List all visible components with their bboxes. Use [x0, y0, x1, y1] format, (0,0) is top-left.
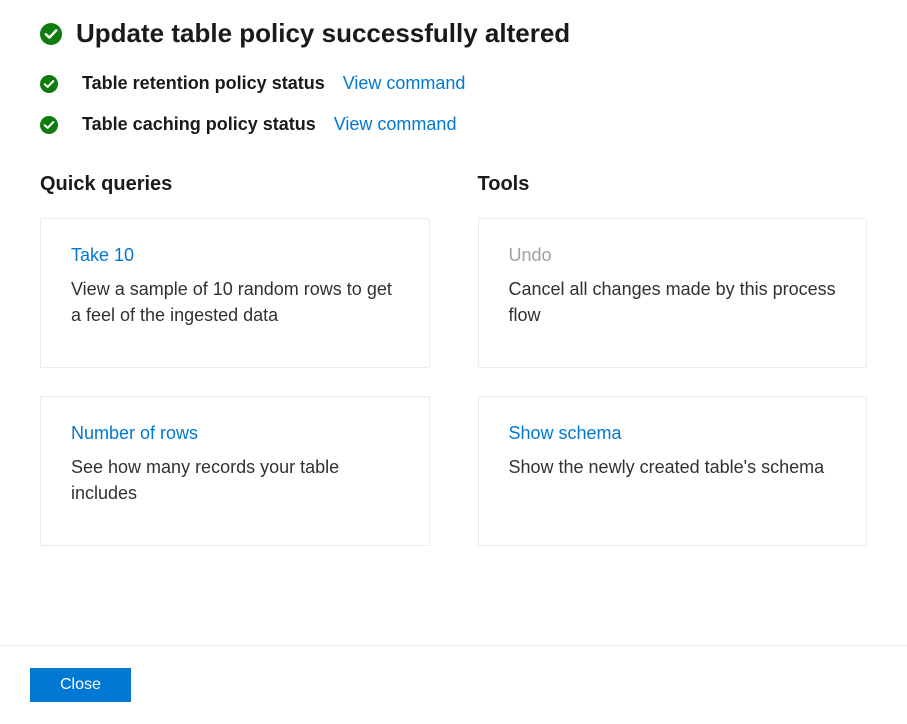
tool-card-show-schema[interactable]: Show schema Show the newly created table…: [478, 396, 868, 546]
quick-query-card-rowcount[interactable]: Number of rows See how many records your…: [40, 396, 430, 546]
tools-section: Tools Undo Cancel all changes made by th…: [478, 173, 868, 574]
status-caching-label: Table caching policy status: [82, 114, 316, 135]
quick-queries-title: Quick queries: [40, 173, 430, 196]
status-row-retention: Table retention policy status View comma…: [40, 73, 867, 94]
card-title: Take 10: [71, 245, 401, 266]
success-check-icon: [40, 23, 62, 45]
header-row: Update table policy successfully altered: [40, 18, 867, 49]
view-command-link-caching[interactable]: View command: [334, 114, 457, 135]
status-retention-label: Table retention policy status: [82, 73, 325, 94]
page-title: Update table policy successfully altered: [76, 18, 570, 49]
status-row-caching: Table caching policy status View command: [40, 114, 867, 135]
success-check-icon: [40, 75, 58, 93]
quick-query-card-take10[interactable]: Take 10 View a sample of 10 random rows …: [40, 218, 430, 368]
tool-card-undo[interactable]: Undo Cancel all changes made by this pro…: [478, 218, 868, 368]
dialog-footer: Close: [0, 645, 907, 724]
quick-queries-section: Quick queries Take 10 View a sample of 1…: [40, 173, 430, 574]
card-desc: Show the newly created table's schema: [509, 454, 839, 480]
close-button[interactable]: Close: [30, 668, 131, 702]
tools-title: Tools: [478, 173, 868, 196]
card-title: Show schema: [509, 423, 839, 444]
card-title: Number of rows: [71, 423, 401, 444]
view-command-link-retention[interactable]: View command: [343, 73, 466, 94]
card-desc: See how many records your table includes: [71, 454, 401, 506]
success-check-icon: [40, 116, 58, 134]
card-desc: View a sample of 10 random rows to get a…: [71, 276, 401, 328]
card-title: Undo: [509, 245, 839, 266]
card-desc: Cancel all changes made by this process …: [509, 276, 839, 328]
